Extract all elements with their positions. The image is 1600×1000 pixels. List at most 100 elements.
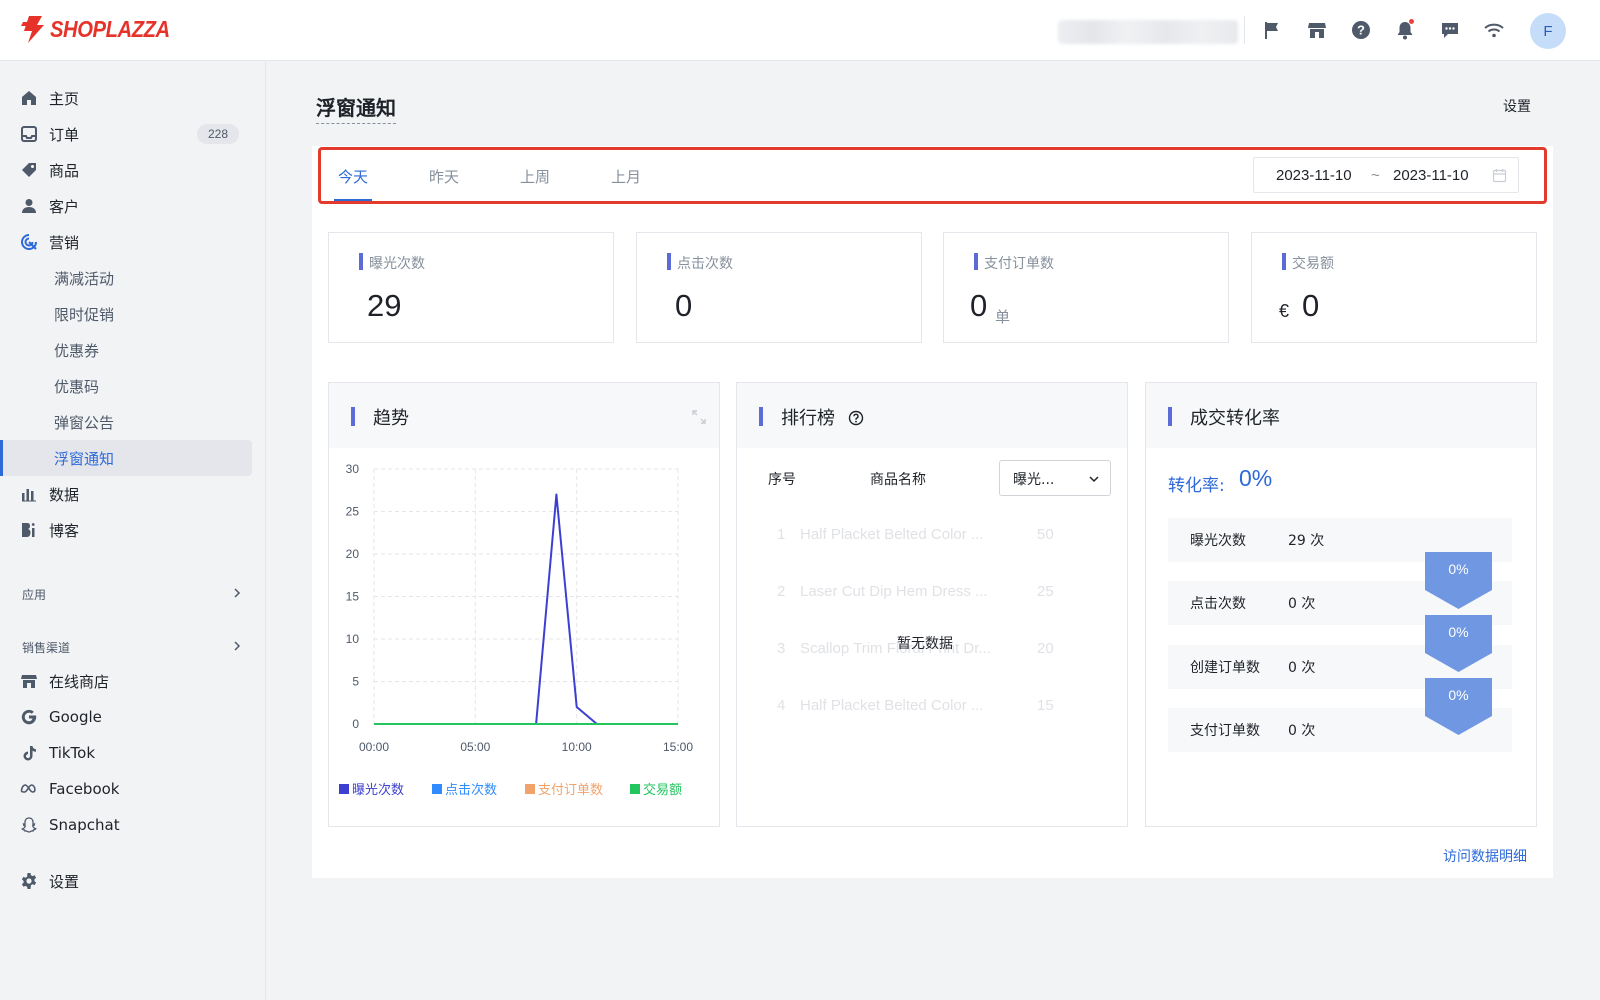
sidebar-item-orders[interactable]: 订单 228: [0, 116, 252, 152]
channels-section-title[interactable]: 销售渠道: [22, 639, 70, 656]
sidebar-subitem-label: 弹窗公告: [54, 413, 115, 432]
card-header: 成交转化率: [1146, 383, 1536, 448]
inbox-icon: [20, 125, 38, 143]
chevron-right-icon[interactable]: [232, 588, 242, 598]
shoplazza-logo[interactable]: SHOPLAZZA: [20, 14, 186, 44]
sidebar-item-marketing[interactable]: 营销: [0, 224, 252, 260]
card-title: 趋势: [373, 408, 409, 429]
y-tick-label: 0: [352, 717, 359, 731]
row-count: 50: [1037, 526, 1054, 543]
sidebar-item-label: 订单: [49, 125, 80, 144]
sidebar-subitem-discount-codes[interactable]: 优惠码: [0, 368, 252, 404]
sidebar-item-label: Facebook: [49, 780, 120, 798]
sidebar-subitem-floating-notification[interactable]: 浮窗通知: [0, 440, 252, 476]
apps-section-title[interactable]: 应用: [22, 586, 46, 603]
wifi-icon[interactable]: [1483, 19, 1505, 41]
sidebar-subitem-flash-sale[interactable]: 限时促销: [0, 296, 252, 332]
sidebar-subitem-label: 满减活动: [54, 269, 115, 288]
sidebar-item-blog[interactable]: 博客: [0, 512, 252, 548]
row-count: 25: [1037, 583, 1054, 600]
sidebar-subitem-label: 优惠券: [54, 341, 100, 360]
legend-label: 点击次数: [445, 783, 498, 798]
kpi-currency: €: [1279, 301, 1290, 321]
legend-swatch: [339, 783, 349, 794]
funnel-value: 0 次: [1288, 723, 1316, 739]
sidebar-item-online-store[interactable]: 在线商店: [0, 663, 252, 699]
sidebar-item-label: 商品: [49, 161, 80, 180]
card-title: 排行榜: [781, 408, 835, 429]
flag-icon[interactable]: [1261, 19, 1283, 41]
card-accent-bar: [1168, 407, 1172, 426]
date-range-picker[interactable]: 2023-11-10 ~ 2023-11-10: [1253, 157, 1519, 193]
user-icon: [20, 197, 38, 215]
sidebar-subitem-coupons[interactable]: 优惠券: [0, 332, 252, 368]
tab-last-month[interactable]: 上月: [611, 166, 641, 187]
row-index: 2: [777, 583, 786, 600]
expand-icon[interactable]: [691, 409, 707, 425]
sidebar-item-tiktok[interactable]: TikTok: [0, 735, 252, 771]
help-icon[interactable]: [848, 410, 864, 426]
sidebar-item-snapchat[interactable]: Snapchat: [0, 807, 252, 843]
y-tick-label: 10: [346, 632, 360, 646]
view-data-details-link[interactable]: 访问数据明细: [1443, 846, 1527, 866]
no-data-message: 暂无数据: [897, 636, 953, 652]
sidebar-subitem-popup-announcement[interactable]: 弹窗公告: [0, 404, 252, 440]
legend-item-revenue[interactable]: 交易额: [630, 779, 682, 798]
store-icon[interactable]: [1306, 19, 1328, 41]
store-name-blurred[interactable]: [1058, 20, 1238, 44]
google-icon: [20, 708, 38, 726]
chat-icon[interactable]: [1439, 19, 1461, 41]
row-count: 15: [1037, 697, 1054, 714]
conversion-rate-label: 转化率:: [1168, 476, 1225, 496]
blog-icon: [20, 521, 38, 539]
trend-line-chart: 0 5 10 15 20 25 30 00:00 05:00 10:00 15:00: [346, 462, 694, 754]
row-index: 3: [777, 640, 786, 657]
chevron-down-icon: [1089, 476, 1099, 483]
sidebar-item-label: 主页: [49, 89, 80, 108]
sidebar-item-label: TikTok: [49, 744, 96, 762]
y-tick-label: 5: [352, 675, 359, 689]
gear-icon: [20, 872, 38, 890]
sidebar-subitem-label: 限时促销: [54, 305, 115, 324]
avatar[interactable]: F: [1530, 13, 1566, 49]
sidebar-item-google[interactable]: Google: [0, 699, 252, 735]
legend-swatch: [432, 783, 442, 794]
funnel-value: 0 次: [1288, 660, 1316, 676]
help-icon[interactable]: ?: [1350, 19, 1372, 41]
settings-link[interactable]: 设置: [1503, 96, 1531, 116]
tag-icon: [20, 161, 38, 179]
chevron-right-icon[interactable]: [232, 641, 242, 651]
funnel-label: 支付订单数: [1190, 723, 1260, 739]
kpi-label: 交易额: [1292, 256, 1334, 272]
legend-swatch: [630, 783, 640, 794]
funnel-value: 0 次: [1288, 596, 1316, 612]
sidebar-subitem-full-reduction[interactable]: 满减活动: [0, 260, 252, 296]
kpi-card-revenue: 交易额 € 0: [1251, 232, 1537, 343]
legend-item-clicks[interactable]: 点击次数: [432, 779, 497, 798]
funnel-label: 创建订单数: [1190, 660, 1260, 676]
tab-yesterday[interactable]: 昨天: [429, 166, 459, 187]
metric-select[interactable]: 曝光...: [999, 460, 1111, 496]
sidebar-item-settings[interactable]: 设置: [0, 863, 252, 899]
sidebar-item-home[interactable]: 主页: [0, 80, 252, 116]
x-tick-label: 05:00: [460, 740, 490, 754]
tab-last-week[interactable]: 上周: [520, 166, 550, 187]
legend-item-paid-orders[interactable]: 支付订单数: [525, 779, 603, 798]
funnel-step-rate: 0%: [1425, 615, 1492, 672]
sidebar-item-label: 客户: [49, 197, 80, 216]
tab-today[interactable]: 今天: [338, 166, 368, 187]
sidebar-item-facebook[interactable]: Facebook: [0, 771, 252, 807]
card-title: 成交转化率: [1190, 408, 1280, 429]
bell-icon[interactable]: [1394, 19, 1416, 41]
logo-mark-icon: [21, 16, 44, 43]
header-divider: [1244, 16, 1245, 44]
kpi-accent-bar: [667, 253, 671, 270]
sidebar-item-customers[interactable]: 客户: [0, 188, 252, 224]
sidebar-item-analytics[interactable]: 数据: [0, 476, 252, 512]
sidebar-item-products[interactable]: 商品: [0, 152, 252, 188]
funnel-label: 点击次数: [1190, 596, 1246, 612]
legend-label: 曝光次数: [352, 783, 405, 798]
column-header-index: 序号: [768, 472, 796, 488]
funnel-rate-text: 0%: [1448, 561, 1469, 577]
legend-item-impressions[interactable]: 曝光次数: [339, 779, 404, 798]
